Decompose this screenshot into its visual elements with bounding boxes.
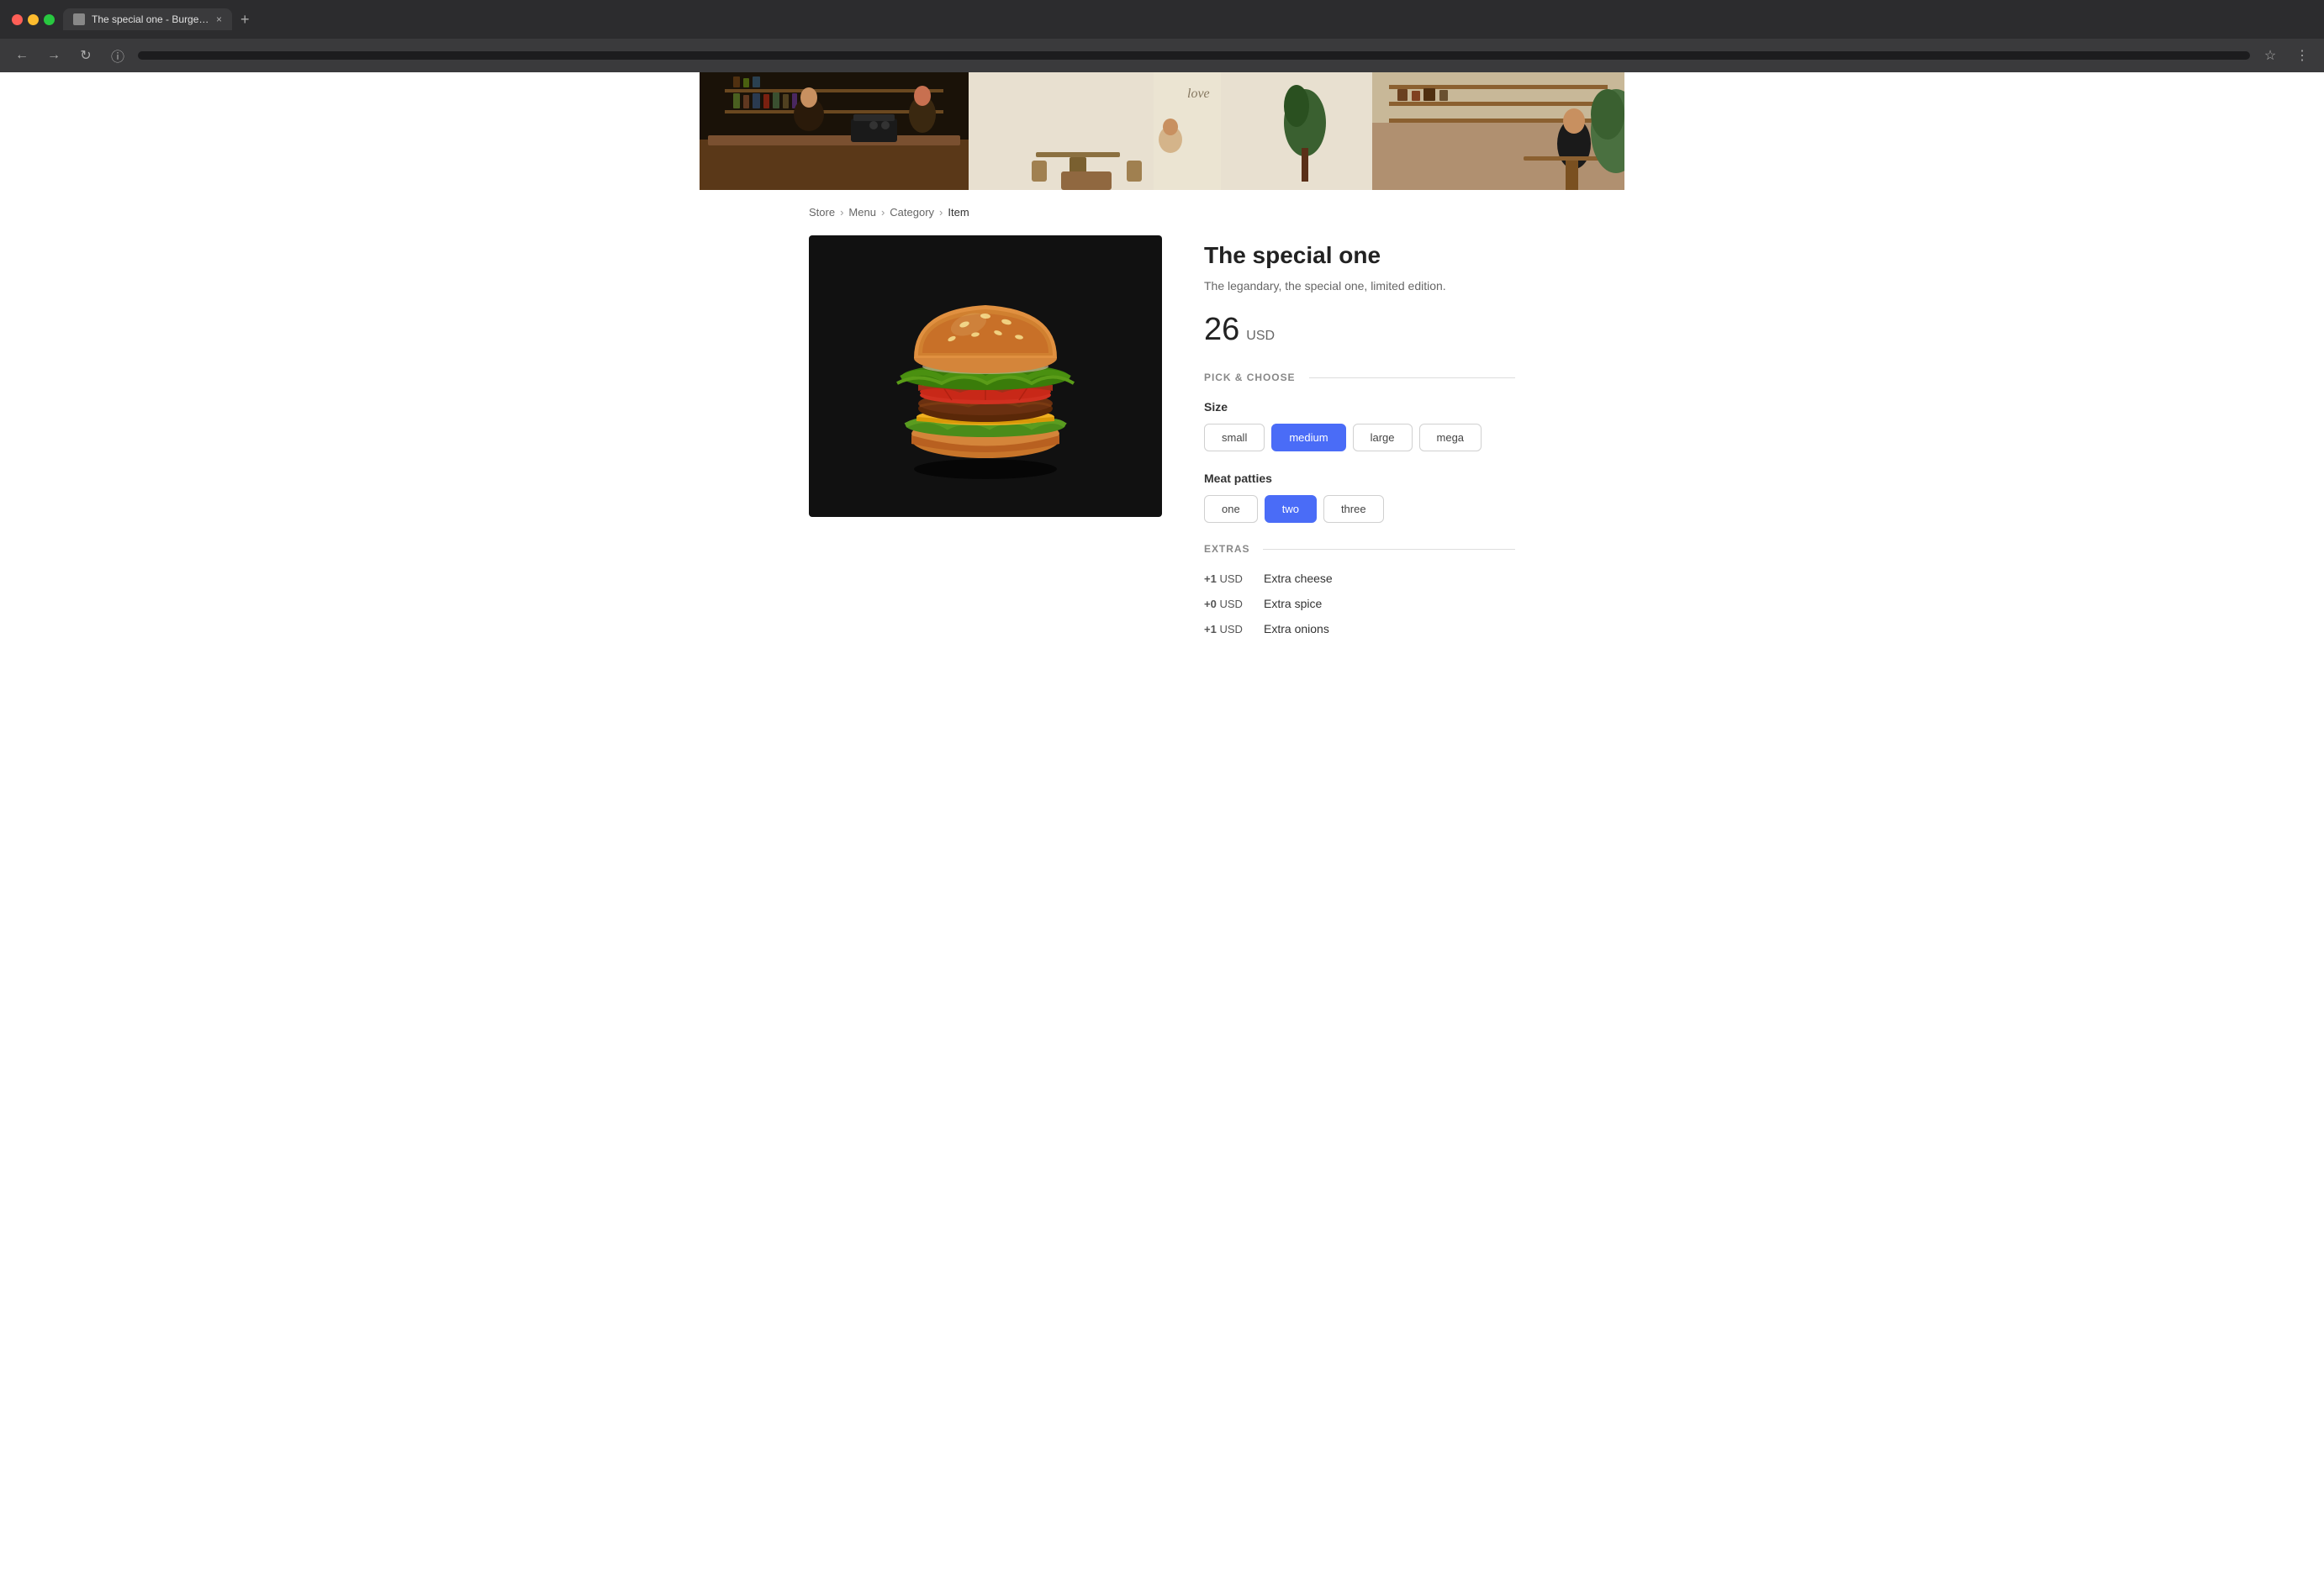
- breadcrumb-menu[interactable]: Menu: [848, 206, 876, 219]
- breadcrumb-item-current: Item: [948, 206, 969, 219]
- tab-title: The special one - Burgers - Lu: [92, 13, 209, 25]
- breadcrumb: Store › Menu › Category › Item: [809, 192, 1515, 235]
- extra-onions-name: Extra onions: [1264, 622, 1329, 635]
- extra-item-onions: +1 USD Extra onions: [1204, 622, 1515, 635]
- meat-patties-options-group: Meat patties one two three: [1204, 472, 1515, 523]
- price-amount: 26: [1204, 312, 1239, 348]
- minimize-window-button[interactable]: [28, 14, 39, 25]
- patties-option-two[interactable]: two: [1265, 495, 1317, 523]
- bookmark-button[interactable]: ☆: [2258, 44, 2282, 67]
- extra-spice-name: Extra spice: [1264, 597, 1322, 610]
- svg-text:love: love: [1187, 87, 1210, 101]
- active-tab[interactable]: The special one - Burgers - Lu ×: [63, 8, 232, 30]
- extra-onions-price: +1 USD: [1204, 623, 1250, 635]
- new-tab-button[interactable]: +: [237, 11, 253, 29]
- browser-toolbar: ← → ↻ ⓘ ☆ ⋮: [0, 39, 2324, 72]
- product-details: The special one The legandary, the speci…: [1204, 235, 1515, 635]
- pick-choose-divider: [1309, 377, 1516, 378]
- extras-list: +1 USD Extra cheese +0 USD Extra spice +…: [1204, 572, 1515, 635]
- page-wrapper: Store › Menu › Category › Item: [700, 192, 1624, 669]
- tab-bar: The special one - Burgers - Lu × +: [63, 8, 2312, 30]
- product-image-container: [809, 235, 1162, 517]
- size-option-mega[interactable]: mega: [1419, 424, 1482, 451]
- browser-chrome: The special one - Burgers - Lu × + ← → ↻…: [0, 0, 2324, 72]
- pick-choose-label: PICK & CHOOSE: [1204, 372, 1296, 383]
- tab-favicon-icon: [73, 13, 85, 25]
- extra-cheese-price: +1 USD: [1204, 572, 1250, 585]
- product-image: [868, 259, 1103, 494]
- reload-button[interactable]: ↻: [74, 44, 98, 67]
- address-bar[interactable]: [138, 51, 2250, 60]
- patties-option-one[interactable]: one: [1204, 495, 1258, 523]
- meat-patties-buttons: one two three: [1204, 495, 1515, 523]
- extras-section: EXTRAS +1 USD Extra cheese +0 USD Extra …: [1204, 543, 1515, 635]
- extras-header: EXTRAS: [1204, 543, 1515, 555]
- extra-item-cheese: +1 USD Extra cheese: [1204, 572, 1515, 585]
- hero-banner: love: [700, 72, 1624, 192]
- extra-spice-price: +0 USD: [1204, 598, 1250, 610]
- size-option-large[interactable]: large: [1353, 424, 1413, 451]
- browser-titlebar: The special one - Burgers - Lu × +: [0, 0, 2324, 39]
- breadcrumb-sep-1: ›: [840, 206, 843, 219]
- extras-label: EXTRAS: [1204, 543, 1249, 555]
- menu-button[interactable]: ⋮: [2290, 44, 2314, 67]
- size-buttons: small medium large mega: [1204, 424, 1515, 451]
- extra-item-spice: +0 USD Extra spice: [1204, 597, 1515, 610]
- back-button[interactable]: ←: [10, 44, 34, 67]
- breadcrumb-store[interactable]: Store: [809, 206, 835, 219]
- product-title: The special one: [1204, 242, 1515, 269]
- product-description: The legandary, the special one, limited …: [1204, 277, 1515, 295]
- product-section: The special one The legandary, the speci…: [809, 235, 1515, 669]
- extra-cheese-name: Extra cheese: [1264, 572, 1333, 585]
- breadcrumb-sep-2: ›: [881, 206, 885, 219]
- tab-close-button[interactable]: ×: [216, 13, 222, 25]
- price-currency: USD: [1246, 329, 1275, 344]
- product-price: 26 USD: [1204, 312, 1515, 348]
- close-window-button[interactable]: [12, 14, 23, 25]
- size-option-medium[interactable]: medium: [1271, 424, 1345, 451]
- hero-image: love: [700, 72, 1624, 190]
- maximize-window-button[interactable]: [44, 14, 55, 25]
- breadcrumb-sep-3: ›: [939, 206, 943, 219]
- info-button[interactable]: ⓘ: [106, 44, 129, 67]
- page-content: love: [700, 72, 1624, 669]
- size-option-small[interactable]: small: [1204, 424, 1265, 451]
- traffic-lights: [12, 14, 55, 25]
- forward-button[interactable]: →: [42, 44, 66, 67]
- meat-patties-label: Meat patties: [1204, 472, 1515, 485]
- extras-divider: [1263, 549, 1515, 550]
- patties-option-three[interactable]: three: [1323, 495, 1384, 523]
- size-label: Size: [1204, 400, 1515, 414]
- pick-choose-header: PICK & CHOOSE: [1204, 372, 1515, 383]
- breadcrumb-category[interactable]: Category: [890, 206, 934, 219]
- size-options-group: Size small medium large mega: [1204, 400, 1515, 451]
